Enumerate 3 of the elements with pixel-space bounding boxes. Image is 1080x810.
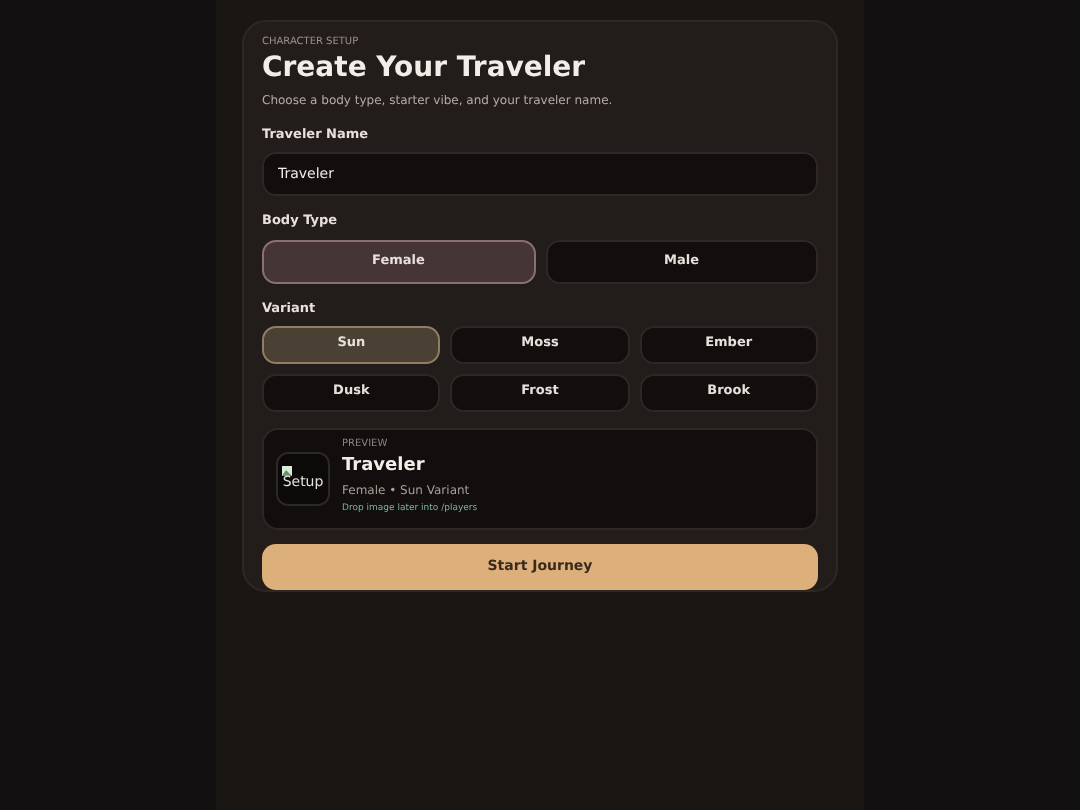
preview-name: Traveler bbox=[342, 453, 427, 480]
page-title: Create Your Traveler bbox=[262, 52, 588, 87]
broken-image-icon bbox=[282, 466, 293, 477]
